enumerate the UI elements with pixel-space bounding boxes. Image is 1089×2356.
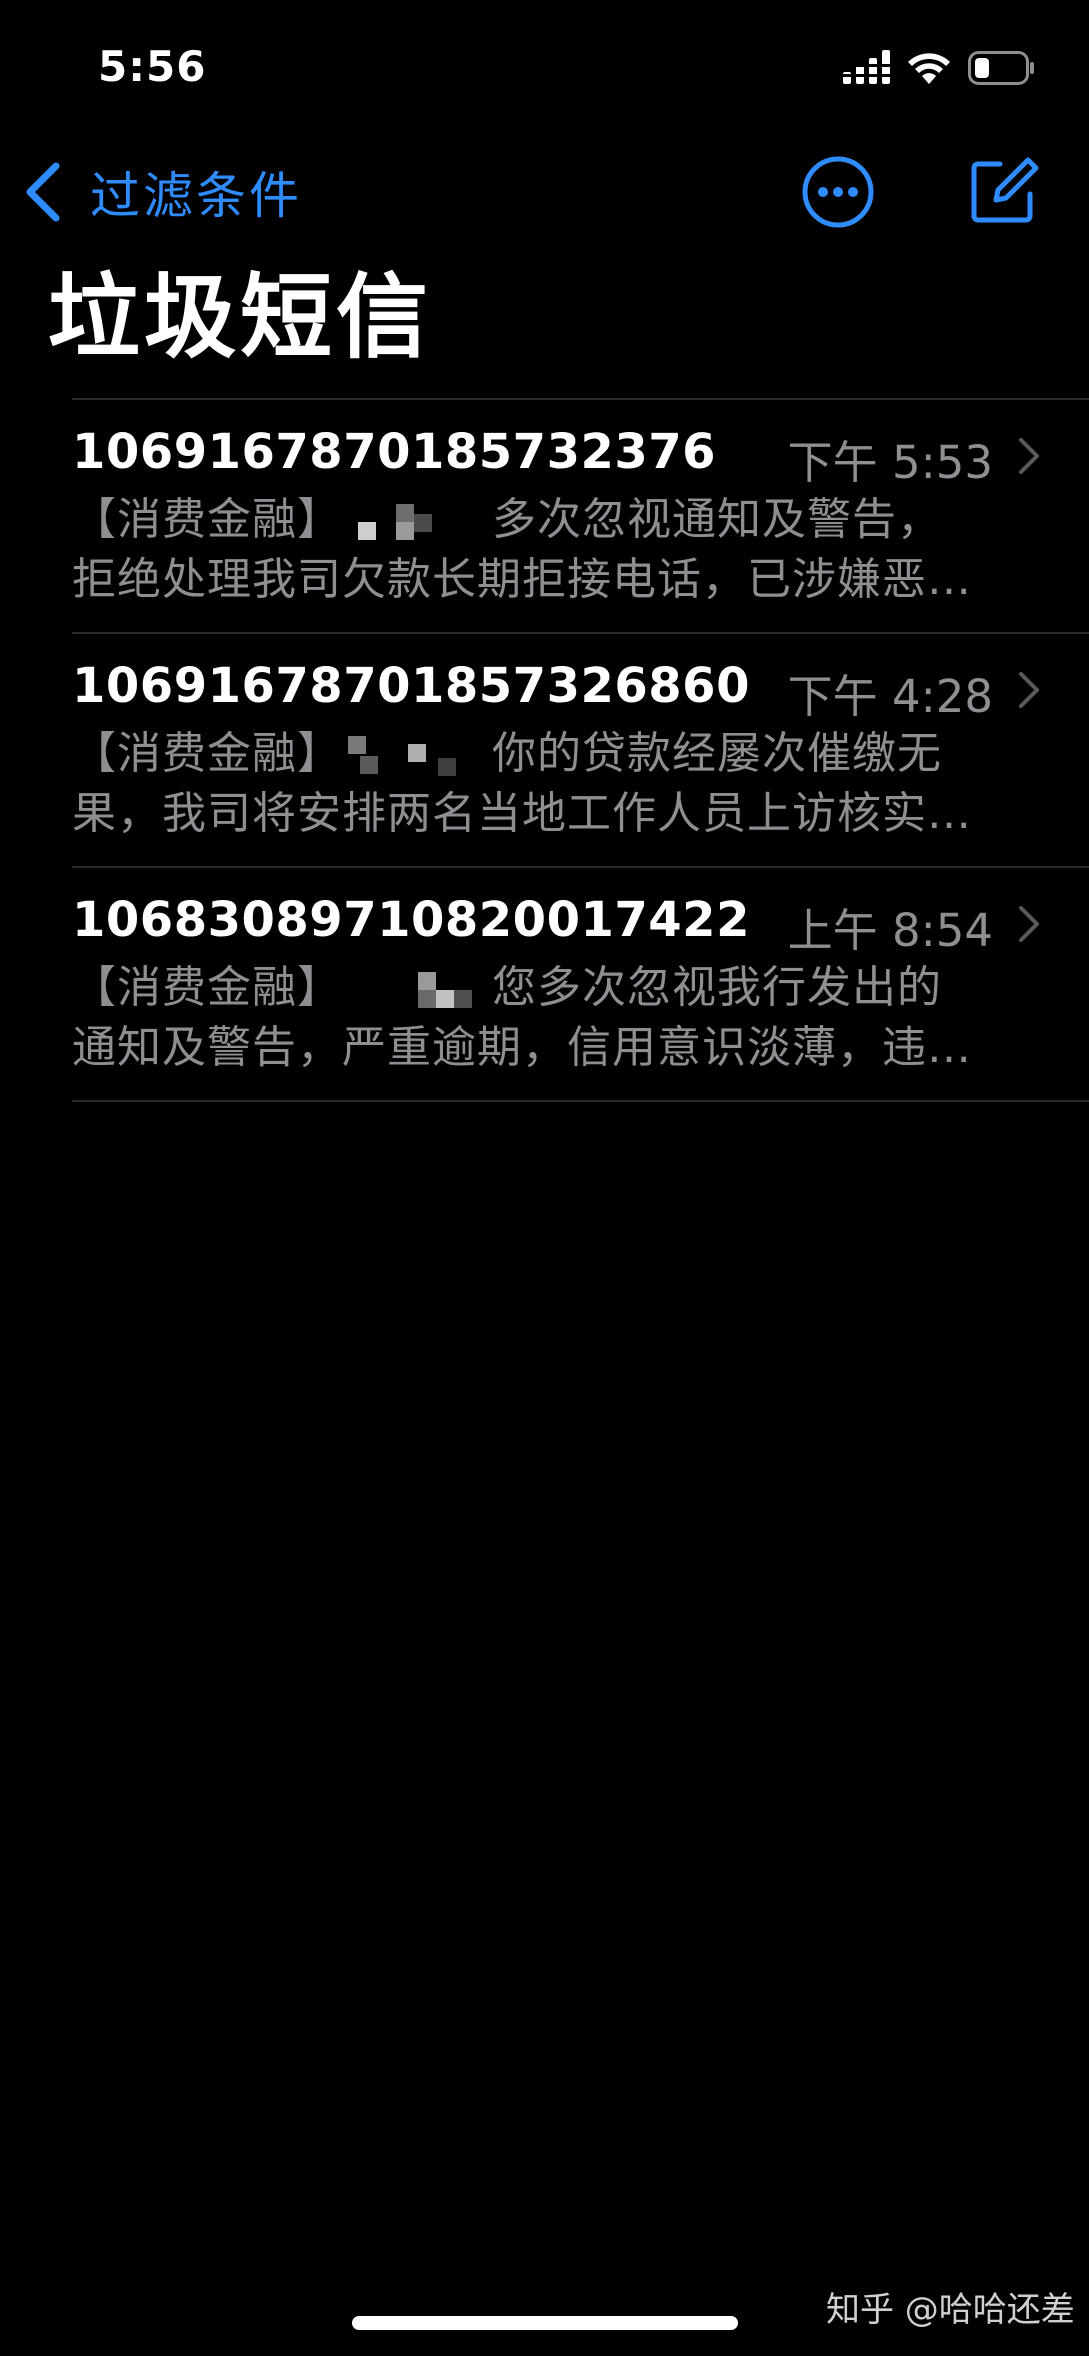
message-preview: 【消费金融】 你的贷款经屡次催缴无 果，我司将安排两名当地工作人员上访核实…: [72, 724, 1042, 844]
preview-prefix: 【消费金融】: [72, 728, 342, 779]
status-time: 5:56: [98, 42, 207, 91]
message-list: 1069167870185732376 下午 5:53 【消费金融】 多次忽视通…: [72, 398, 1089, 1102]
preview-text: 您多次忽视我行发出的: [492, 962, 942, 1013]
list-item[interactable]: 1069167870185732376 下午 5:53 【消费金融】 多次忽视通…: [72, 400, 1089, 632]
compose-icon[interactable]: [966, 152, 1042, 228]
redaction-mosaic: [342, 734, 492, 778]
message-time: 下午 4:28: [787, 670, 993, 723]
back-button[interactable]: 过滤条件: [20, 152, 302, 232]
message-sender: 1069167870185732376: [72, 424, 717, 480]
chevron-right-icon: [1019, 672, 1039, 708]
list-item[interactable]: 10683089710820017422 上午 8:54 【消费金融】 您多次忽…: [72, 868, 1089, 1100]
list-item[interactable]: 10691678701857326860 下午 4:28 【消费金融】 你的贷款…: [72, 634, 1089, 866]
preview-line: 果，我司将安排两名当地工作人员上访核实…: [72, 788, 972, 839]
ellipsis-circle-icon[interactable]: [800, 154, 876, 230]
preview-prefix: 【消费金融】: [72, 494, 342, 545]
divider: [72, 1100, 1089, 1102]
chevron-right-icon: [1019, 906, 1039, 942]
wifi-icon: [908, 53, 950, 84]
home-indicator[interactable]: [352, 2316, 738, 2330]
preview-line: 拒绝处理我司欠款长期拒接电话，已涉嫌恶…: [72, 554, 972, 605]
message-preview: 【消费金融】 您多次忽视我行发出的 通知及警告，严重逾期，信用意识淡薄，违…: [72, 958, 1042, 1078]
redaction-mosaic: [342, 968, 492, 1012]
preview-text: 你的贷款经屡次催缴无: [492, 728, 942, 779]
message-preview: 【消费金融】 多次忽视通知及警告， 拒绝处理我司欠款长期拒接电话，已涉嫌恶…: [72, 490, 1042, 610]
message-time: 上午 8:54: [787, 904, 993, 957]
chevron-right-icon: [1019, 438, 1039, 474]
chevron-left-icon: [26, 162, 60, 222]
message-sender: 10691678701857326860: [72, 658, 750, 714]
cellular-signal-icon: [843, 50, 890, 84]
redaction-mosaic: [342, 500, 492, 544]
preview-prefix: 【消费金融】: [72, 962, 342, 1013]
page-title: 垃圾短信: [48, 264, 433, 371]
status-bar: 5:56: [0, 0, 1089, 140]
preview-line: 通知及警告，严重逾期，信用意识淡薄，违…: [72, 1022, 972, 1073]
watermark: 知乎 @哈哈还差: [826, 2290, 1075, 2330]
battery-icon: [968, 51, 1034, 85]
message-time: 下午 5:53: [787, 436, 993, 489]
message-sender: 10683089710820017422: [72, 892, 750, 948]
back-button-label: 过滤条件: [90, 167, 302, 225]
preview-text: 多次忽视通知及警告，: [492, 494, 942, 545]
